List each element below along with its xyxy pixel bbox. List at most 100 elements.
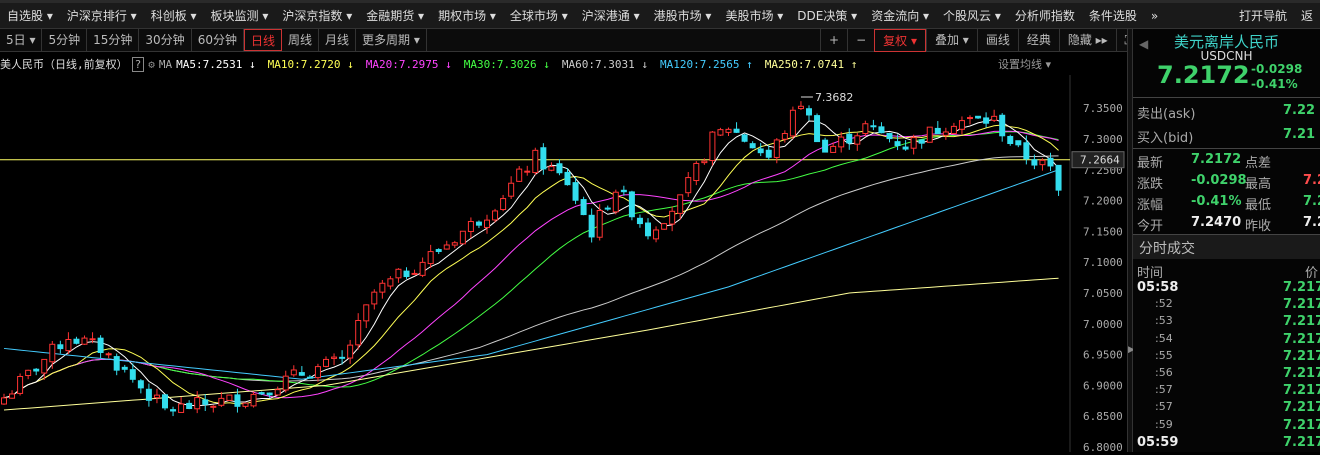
candle-body <box>105 353 112 356</box>
candle-body <box>403 270 410 278</box>
toolbar-button[interactable]: − <box>847 29 874 52</box>
candle-body <box>65 338 72 352</box>
menu-item[interactable]: 沪深港通 ▾ <box>575 7 647 24</box>
candle-body <box>226 394 233 401</box>
menu-bar: 自选股 ▾ 沪深京排行 ▾ 科创板 ▾ 板块监测 ▾ 沪深京指数 ▾ 金融期货 ▾ 期权市场… <box>0 0 1320 29</box>
candle-body <box>991 115 998 121</box>
candle-body <box>371 291 378 305</box>
back-button[interactable]: 返 <box>1294 7 1320 24</box>
period-tab[interactable]: 15分钟 <box>87 29 140 51</box>
menu-item[interactable]: 金融期货 ▾ <box>359 7 431 24</box>
period-tab[interactable]: 5日 ▾ <box>0 29 43 51</box>
hline-label: 7.2664 <box>1080 154 1120 167</box>
menu-item[interactable]: 港股市场 ▾ <box>647 7 719 24</box>
candle-body <box>81 337 88 345</box>
candle-body <box>886 132 893 140</box>
ma-settings-button[interactable]: 设置均线 ▾ <box>998 56 1051 72</box>
open-nav-button[interactable]: 打开导航 <box>1232 7 1294 24</box>
menu-item[interactable]: DDE决策 ▾ <box>790 7 864 24</box>
candle-body <box>145 388 152 401</box>
menu-item[interactable]: 科创板 ▾ <box>144 7 204 24</box>
period-tab[interactable]: 60分钟 <box>192 29 244 51</box>
menu-item[interactable]: 资金流向 ▾ <box>864 7 936 24</box>
toolbar-button[interactable]: 复权 ▾ <box>874 29 926 52</box>
candle-body <box>983 117 990 124</box>
period-tab[interactable]: 周线 <box>282 29 319 51</box>
menu-item[interactable]: 沪深京指数 ▾ <box>275 7 359 24</box>
candle-body <box>282 375 289 391</box>
candle-body <box>596 209 603 238</box>
ma-value: MA10:7.2720 ↓ <box>267 57 354 71</box>
candle-body <box>612 191 619 213</box>
help-button[interactable]: ? <box>131 56 145 72</box>
candle-body <box>709 131 716 162</box>
ma30-line <box>3 131 1059 399</box>
period-tab[interactable]: 5分钟 <box>42 29 88 51</box>
y-tick-label: 7.3000 <box>1083 133 1123 146</box>
stat-cell: 7.2 <box>1303 173 1320 188</box>
candle-body <box>741 134 748 142</box>
candle-body <box>580 199 587 216</box>
ma-legend: 美人民币（日线,前复权） ? ⚙ MA MA5:7.2531 ↓ MA10:7.2… <box>0 53 1070 75</box>
candle-body <box>443 244 450 250</box>
candle-body <box>17 375 24 394</box>
menu-item[interactable]: 板块监测 ▾ <box>204 7 276 24</box>
toolbar-button[interactable]: 经典 <box>1017 29 1059 52</box>
candle-body <box>765 149 772 158</box>
candle-body <box>588 214 595 238</box>
candle-body <box>467 221 474 233</box>
toolbar-button[interactable]: 隐藏 ▸▸ <box>1058 29 1116 52</box>
menu-item[interactable]: 分析师指数 <box>1008 7 1082 24</box>
candle-body <box>661 223 668 230</box>
period-tab[interactable]: 30分钟 <box>139 29 192 51</box>
tick-price: 7.217 <box>1283 434 1320 450</box>
gear-icon[interactable]: ⚙ <box>148 58 155 71</box>
candle-body <box>822 139 829 153</box>
toolbar-button[interactable]: 画线 <box>976 29 1018 52</box>
ma-value: MA250:7.0741 ↑ <box>764 57 858 71</box>
toolbar-button[interactable]: + <box>820 29 847 52</box>
menu-item[interactable]: 自选股 ▾ <box>0 7 60 24</box>
candle-body <box>1023 142 1030 160</box>
period-tab[interactable]: 日线 <box>243 29 282 51</box>
y-tick-label: 7.0500 <box>1083 287 1123 300</box>
candle-body <box>564 171 571 186</box>
last-price: 7.2172 <box>1157 61 1250 89</box>
period-tab[interactable]: 更多周期 ▾ <box>356 29 427 51</box>
candle-body <box>797 105 804 110</box>
candle-body <box>950 125 957 134</box>
candle-body <box>323 358 329 367</box>
period-tab[interactable]: 月线 <box>319 29 357 51</box>
menu-item[interactable]: 沪深京排行 ▾ <box>60 7 144 24</box>
candle-body <box>242 402 249 407</box>
candle-body <box>677 194 684 214</box>
y-tick-label: 7.2000 <box>1083 195 1123 208</box>
candle-body <box>153 394 160 399</box>
ma60-line <box>3 155 1059 399</box>
menu-item[interactable]: 美股市场 ▾ <box>718 7 790 24</box>
candle-body <box>73 338 80 344</box>
y-tick-label: 6.9000 <box>1083 379 1123 392</box>
ma-value: MA20:7.2975 ↓ <box>365 57 452 71</box>
candle-body <box>258 392 265 395</box>
menu-item[interactable]: 全球市场 ▾ <box>503 7 575 24</box>
candle-body <box>194 397 201 410</box>
candle-body <box>492 210 499 221</box>
menu-item[interactable]: 期权市场 ▾ <box>431 7 503 24</box>
candle-body <box>121 366 128 370</box>
candle-body <box>830 145 837 153</box>
candle-body <box>717 129 724 136</box>
menu-item[interactable]: » <box>1144 9 1165 23</box>
tick-price: 7.217 <box>1283 348 1320 364</box>
candle-body <box>878 126 885 134</box>
candle-body <box>411 272 418 275</box>
candle-body <box>701 160 708 164</box>
menu-item[interactable]: 个股风云 ▾ <box>936 7 1008 24</box>
menu-item[interactable]: 条件选股 <box>1082 7 1144 24</box>
candle-body <box>427 251 434 265</box>
toolbar-button[interactable]: 叠加 ▾ <box>925 29 977 52</box>
candle-body <box>572 182 579 201</box>
kline-chart[interactable]: 7.3500 7.3000 7.2500 7.2000 7.1500 7.1000 7.05… <box>0 75 1127 454</box>
candle-body <box>451 242 458 246</box>
instrument-title: 美人民币（日线,前复权） <box>0 58 128 71</box>
